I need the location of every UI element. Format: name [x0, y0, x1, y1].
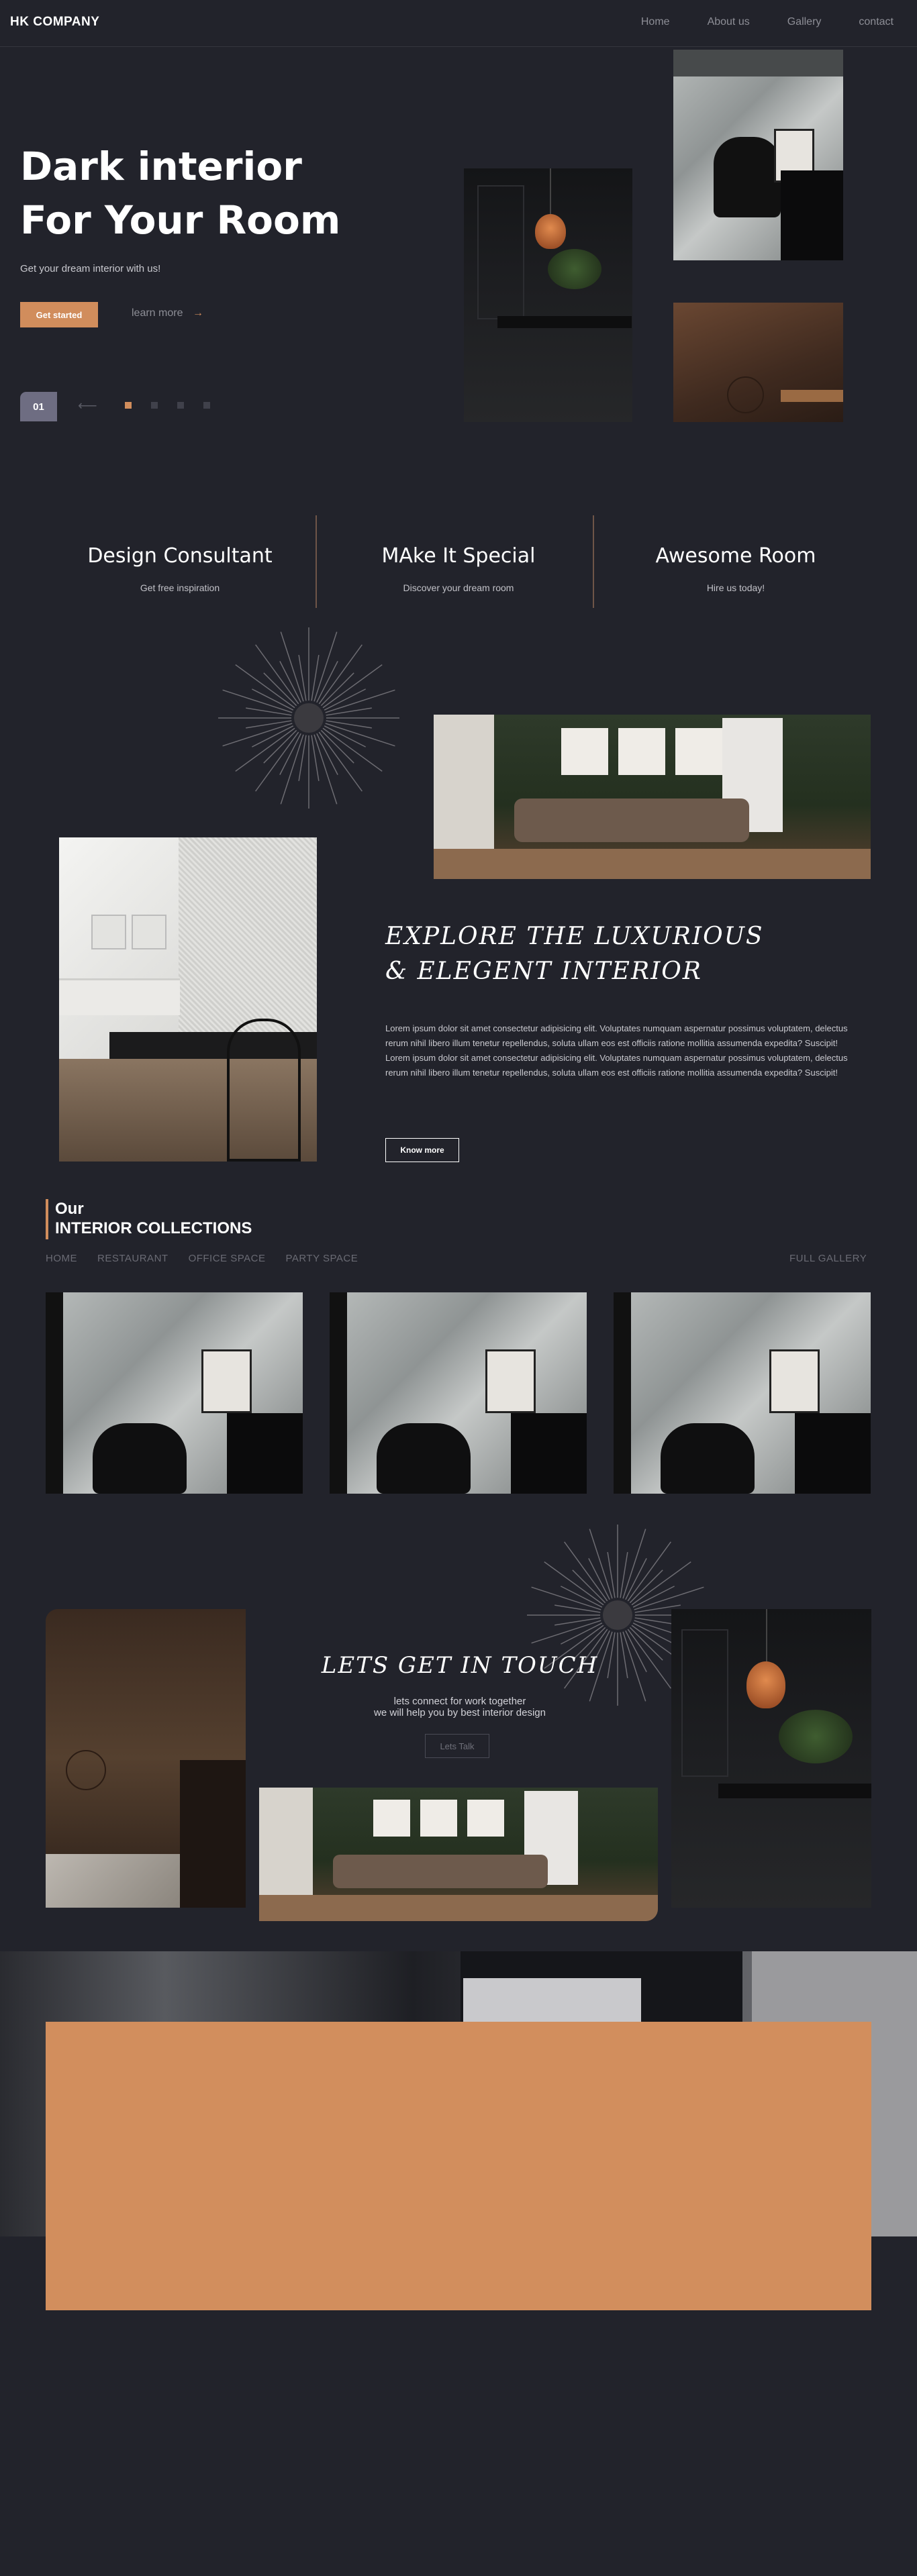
feature-title: Design Consultant [87, 544, 273, 568]
feature-design-consultant: Design Consultant Get free inspiration [42, 544, 318, 593]
tab-home[interactable]: HOME [46, 1253, 77, 1264]
contact-line2: we will help you by best interior design [374, 1707, 546, 1718]
collections-accent-bar [46, 1199, 48, 1239]
explore-title-line2: & ELEGENT INTERIOR [385, 958, 702, 985]
hero-subtitle: Get your dream interior with us! [20, 263, 161, 274]
brand-logo[interactable]: HK COMPANY [10, 15, 99, 30]
collection-card[interactable] [330, 1292, 587, 1494]
slider-prev-icon[interactable]: ⟵ [78, 397, 97, 414]
top-navbar: HK COMPANY Home About us Gallery contact [0, 0, 917, 47]
dining-room-image [671, 1609, 871, 1908]
slide-number-badge: 01 [20, 392, 57, 421]
feature-title: MAke It Special [381, 544, 536, 568]
hero-title-line1: Dark interior [20, 144, 302, 189]
tab-restaurant[interactable]: RESTAURANT [97, 1253, 168, 1264]
feature-awesome-room: Awesome Room Hire us today! [598, 544, 873, 593]
living-room-image [434, 715, 871, 879]
feature-subtitle: Get free inspiration [140, 582, 220, 593]
arrow-right-icon: → [192, 307, 203, 319]
learn-more-link[interactable]: learn more → [132, 307, 203, 319]
contact-line1: lets connect for work together [393, 1696, 526, 1707]
feature-subtitle: Hire us today! [706, 582, 765, 593]
feature-title: Awesome Room [655, 544, 816, 568]
know-more-button[interactable]: Know more [385, 1138, 459, 1162]
contact-subtitle: lets connect for work together we will h… [255, 1696, 665, 1718]
dining-room-image [464, 168, 632, 422]
living-room-image [259, 1788, 658, 1921]
tab-office-space[interactable]: OFFICE SPACE [189, 1253, 266, 1264]
learn-more-label: learn more [132, 307, 183, 319]
lets-talk-button[interactable]: Lets Talk [425, 1734, 489, 1758]
nav-link-gallery[interactable]: Gallery [787, 16, 822, 28]
wood-wall-image [673, 303, 843, 422]
full-gallery-link[interactable]: FULL GALLERY [789, 1253, 867, 1264]
slider-dots [125, 402, 210, 409]
starburst-decoration [218, 627, 399, 809]
explore-title: EXPLORE THE LUXURIOUS & ELEGENT INTERIOR [385, 919, 764, 989]
feature-divider [593, 515, 594, 608]
hero-title-line2: For Your Room [20, 197, 341, 243]
hero-title: Dark interior For Your Room [20, 140, 340, 247]
slider-dot[interactable] [151, 402, 158, 409]
collection-card[interactable] [46, 1292, 303, 1494]
slider-dot[interactable] [177, 402, 184, 409]
contact-title: LETS GET IN TOUCH [321, 1652, 599, 1679]
feature-subtitle: Discover your dream room [403, 582, 514, 593]
collections-title: INTERIOR COLLECTIONS [55, 1219, 252, 1237]
corridor-image [46, 1609, 246, 1908]
nav-links: Home About us Gallery contact [641, 16, 894, 28]
collections-our-label: Our [55, 1200, 84, 1218]
nav-link-about[interactable]: About us [708, 16, 750, 28]
nav-link-contact[interactable]: contact [859, 16, 894, 28]
collections-tabs: HOME RESTAURANT OFFICE SPACE PARTY SPACE [46, 1253, 358, 1264]
nav-link-home[interactable]: Home [641, 16, 670, 28]
feature-divider [316, 515, 317, 608]
slider-dot[interactable] [125, 402, 132, 409]
collection-card[interactable] [614, 1292, 871, 1494]
feature-make-special: MAke It Special Discover your dream room [321, 544, 596, 593]
footer-panel [46, 2022, 871, 2310]
get-started-button[interactable]: Get started [20, 302, 98, 327]
tab-party-space[interactable]: PARTY SPACE [285, 1253, 358, 1264]
explore-title-line1: EXPLORE THE LUXURIOUS [385, 923, 764, 950]
explore-description: Lorem ipsum dolor sit amet consectetur a… [385, 1023, 848, 1078]
slider-dot[interactable] [203, 402, 210, 409]
white-fireplace-image [59, 837, 317, 1162]
marble-lounge-image [673, 50, 843, 260]
